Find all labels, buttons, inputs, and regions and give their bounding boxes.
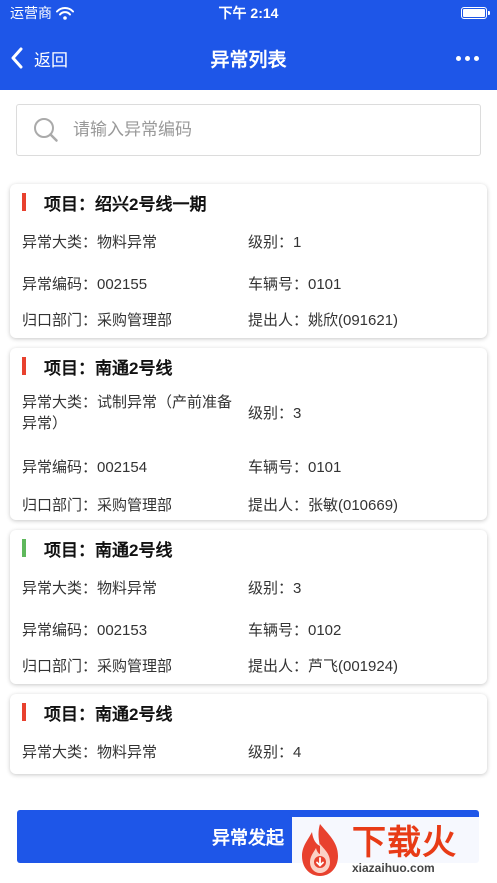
status-marker <box>22 357 26 375</box>
card-title: 项目：南通2号线 <box>44 540 173 560</box>
watermark-text: 下载火 xiazaihuo.com <box>352 825 457 875</box>
anomaly-code: 异常编码：002153 <box>22 621 148 639</box>
anomaly-card[interactable]: 项目：南通2号线 异常大类：物料异常 级别：3 异常编码：002153 车辆号：… <box>10 530 487 684</box>
search-input[interactable] <box>73 120 480 140</box>
more-dot-icon <box>474 55 479 61</box>
submitter: 提出人：姚欣(091621) <box>248 311 399 329</box>
card-title: 项目：绍兴2号线一期 <box>44 194 207 214</box>
chevron-left-icon <box>11 47 23 69</box>
anomaly-code: 异常编码：002154 <box>22 458 148 476</box>
status-time: 下午 2:14 <box>218 5 279 21</box>
anomaly-category: 异常大类：物料异常 <box>22 743 158 761</box>
anomaly-list: 项目：绍兴2号线一期 异常大类：物料异常 级别：1 异常编码：002155 车辆… <box>10 184 487 784</box>
status-marker <box>22 703 26 721</box>
card-row: 归口部门：采购管理部 提出人：芦飞(001924) <box>22 648 475 684</box>
back-label: 返回 <box>34 50 68 70</box>
anomaly-level: 级别：3 <box>248 404 302 422</box>
anomaly-level: 级别：1 <box>248 233 302 251</box>
responsible-dept: 归口部门：采购管理部 <box>22 311 173 329</box>
card-row: 异常大类：物料异常 级别：3 <box>22 564 475 612</box>
create-anomaly-label: 异常发起 <box>212 827 284 848</box>
anomaly-card[interactable]: 项目：绍兴2号线一期 异常大类：物料异常 级别：1 异常编码：002155 车辆… <box>10 184 487 338</box>
watermark-logo-sub: xiazaihuo.com <box>352 861 435 875</box>
vehicle-number: 车辆号：0101 <box>248 275 342 293</box>
anomaly-level: 级别：4 <box>248 743 302 761</box>
anomaly-level: 级别：3 <box>248 579 302 597</box>
card-row: 归口部门：采购管理部 提出人：张敏(010669) <box>22 490 475 520</box>
carrier-group: 运营商 <box>10 3 74 23</box>
anomaly-category: 异常大类：物料异常 <box>22 233 158 251</box>
battery-icon <box>461 7 490 19</box>
card-row: 异常大类：物料异常 级别：1 <box>22 218 475 266</box>
wifi-icon <box>56 6 74 20</box>
vehicle-number: 车辆号：0101 <box>248 458 342 476</box>
status-marker <box>22 193 26 211</box>
card-row: 异常编码：002153 车辆号：0102 <box>22 612 475 648</box>
responsible-dept: 归口部门：采购管理部 <box>22 496 173 514</box>
vehicle-number: 车辆号：0102 <box>248 621 342 639</box>
submitter: 提出人：张敏(010669) <box>248 496 399 514</box>
anomaly-category: 异常大类：试制异常（产前准备异常） <box>22 394 233 432</box>
card-title: 项目：南通2号线 <box>44 704 173 724</box>
status-marker <box>22 539 26 557</box>
watermark-logo-main: 下载火 <box>352 824 457 862</box>
card-row: 异常编码：002155 车辆号：0101 <box>22 266 475 302</box>
carrier-label: 运营商 <box>10 5 52 21</box>
card-title: 项目：南通2号线 <box>44 358 173 378</box>
nav-bar: 返回 异常列表 <box>0 26 497 90</box>
card-row: 异常大类：试制异常（产前准备异常） 级别：3 <box>22 382 475 444</box>
card-row: 异常大类：物料异常 级别：4 <box>22 728 475 774</box>
flame-logo-icon <box>302 824 338 876</box>
card-header: 项目：南通2号线 <box>22 348 475 382</box>
watermark-logo: 下载火 xiazaihuo.com <box>292 817 497 883</box>
anomaly-card[interactable]: 项目：南通2号线 异常大类：物料异常 级别：4 <box>10 694 487 774</box>
submitter: 提出人：芦飞(001924) <box>248 657 399 675</box>
page-title: 异常列表 <box>210 49 287 71</box>
status-bar: 运营商 下午 2:14 <box>0 0 497 26</box>
more-button[interactable] <box>456 55 497 61</box>
card-row: 异常编码：002154 车辆号：0101 <box>22 444 475 490</box>
card-header: 项目：南通2号线 <box>22 694 475 728</box>
card-header: 项目：南通2号线 <box>22 530 475 564</box>
search-icon <box>34 118 58 142</box>
anomaly-code: 异常编码：002155 <box>22 275 148 293</box>
card-header: 项目：绍兴2号线一期 <box>22 184 475 218</box>
responsible-dept: 归口部门：采购管理部 <box>22 657 173 675</box>
card-row: 归口部门：采购管理部 提出人：姚欣(091621) <box>22 302 475 338</box>
more-dot-icon <box>456 55 461 61</box>
anomaly-category: 异常大类：物料异常 <box>22 579 158 597</box>
more-dot-icon <box>465 55 470 61</box>
search-box[interactable] <box>16 104 481 156</box>
anomaly-card[interactable]: 项目：南通2号线 异常大类：试制异常（产前准备异常） 级别：3 异常编码：002… <box>10 348 487 520</box>
back-button[interactable]: 返回 <box>0 46 68 71</box>
